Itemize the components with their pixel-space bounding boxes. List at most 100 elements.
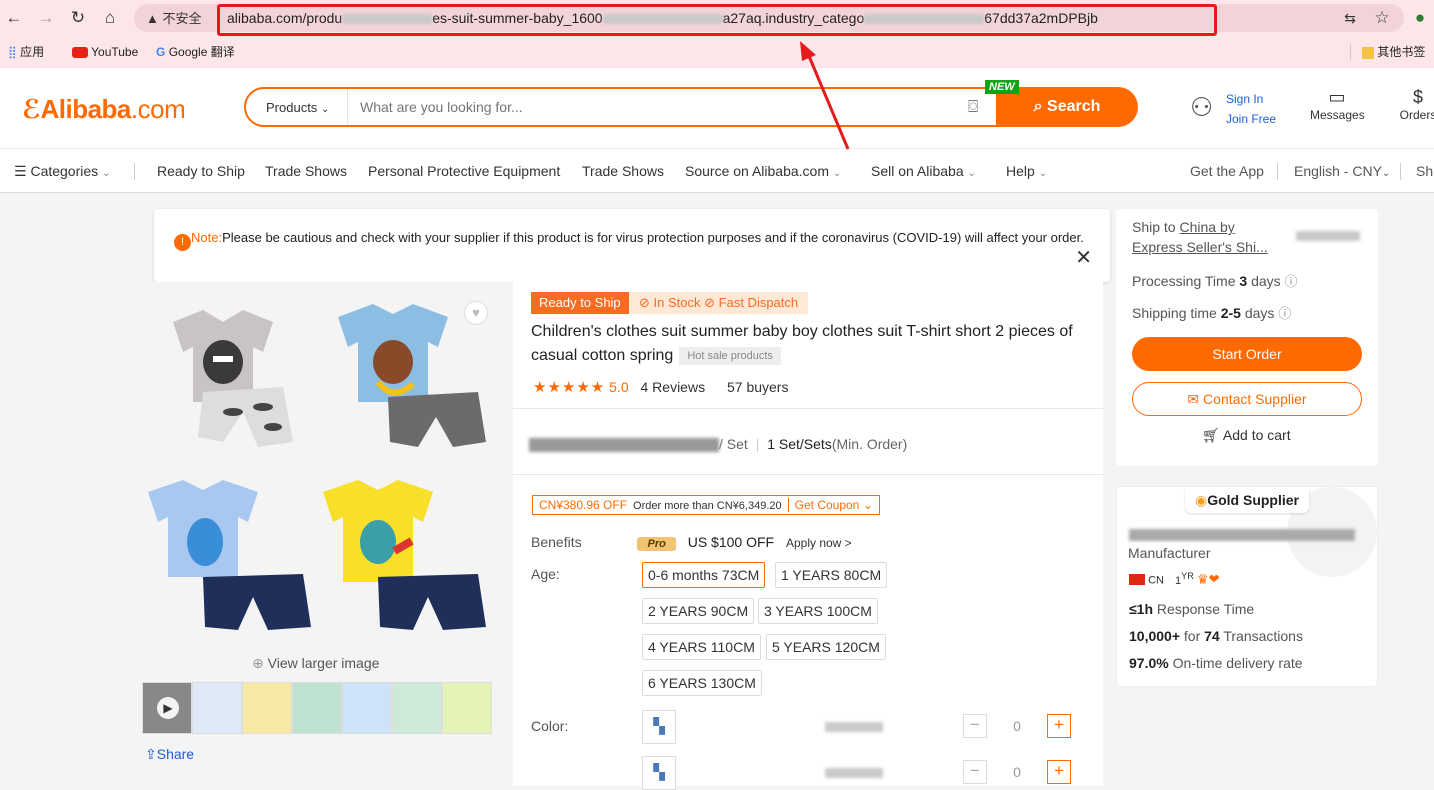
quantity-value[interactable]: 0	[987, 714, 1047, 738]
zoom-icon: ⊕	[252, 655, 264, 671]
quantity-value[interactable]: 0	[987, 760, 1047, 784]
translate-icon[interactable]: ⇆	[1338, 6, 1362, 30]
china-flag-icon	[1129, 573, 1145, 585]
chevron-down-icon: ⌄	[862, 498, 873, 512]
bookmark-star-icon[interactable]: ☆	[1370, 6, 1394, 30]
search-category-select[interactable]: Products ⌄	[266, 100, 329, 115]
reload-icon[interactable]: ↻	[66, 6, 90, 30]
categories-menu[interactable]: ☰ Categories ⌄	[14, 163, 110, 180]
on-time-delivery: 97.0% On-time delivery rate	[1129, 655, 1303, 671]
bookmark-label: Google 翻译	[168, 45, 235, 59]
bookmark-apps[interactable]: ⣿ 应用	[8, 43, 44, 61]
sign-in-link[interactable]: Sign In	[1226, 92, 1263, 106]
increment-button[interactable]: +	[1047, 714, 1071, 738]
increment-button[interactable]: +	[1047, 760, 1071, 784]
bookmarks-bar: ⣿ 应用 YouTube G Google 翻译 其他书签	[0, 38, 1434, 68]
thumbnail[interactable]	[242, 682, 292, 734]
user-icon[interactable]: ⚇	[1190, 92, 1213, 123]
start-order-button[interactable]: Start Order	[1132, 337, 1362, 371]
favorite-heart-icon[interactable]: ♥	[464, 301, 488, 325]
product-image-2[interactable]	[318, 292, 488, 462]
alibaba-logo[interactable]: ℰAlibaba.com	[22, 94, 186, 125]
decrement-button[interactable]: −	[963, 760, 987, 784]
nav-ready-to-ship[interactable]: Ready to Ship	[157, 163, 245, 179]
thumbnail[interactable]	[192, 682, 242, 734]
age-option-3y[interactable]: 3 YEARS 100CM	[758, 598, 878, 624]
apps-grid-icon: ⣿	[8, 45, 17, 59]
pro-label: Pro	[647, 538, 666, 550]
home-icon[interactable]: ⌂	[98, 6, 122, 30]
insecure-indicator[interactable]: ▲ 不安全	[146, 8, 202, 27]
thumbnail[interactable]	[342, 682, 392, 734]
product-detail: Ready to Ship ⊘ In Stock ⊘ Fast Dispatch…	[513, 282, 1103, 790]
orders-button[interactable]: $ Orders	[1398, 86, 1434, 122]
forward-icon[interactable]: →	[34, 6, 58, 30]
redacted-company-name[interactable]	[1129, 529, 1355, 541]
nav-personal-protective-equipment[interactable]: Personal Protective Equipment	[368, 163, 560, 179]
ship-method-link[interactable]: Express Seller's Shi...	[1132, 239, 1268, 255]
thumbnail[interactable]	[442, 682, 492, 734]
color-swatch-2[interactable]: ▚	[642, 756, 676, 790]
shipping-unit: days	[1244, 305, 1275, 321]
info-icon[interactable]: ⓘ	[1278, 306, 1291, 321]
thumbnail[interactable]	[392, 682, 442, 734]
apply-now-link[interactable]: Apply now >	[786, 536, 852, 550]
decrement-button[interactable]: −	[963, 714, 987, 738]
video-thumbnail[interactable]: ▶	[142, 682, 192, 734]
supplier-type: Manufacturer	[1128, 545, 1211, 561]
bookmark-youtube[interactable]: YouTube	[72, 43, 138, 61]
bookmark-google-translate[interactable]: G Google 翻译	[156, 43, 235, 61]
contact-supplier-button[interactable]: ✉ Contact Supplier	[1132, 382, 1362, 416]
back-icon[interactable]: ←	[2, 6, 26, 30]
age-label: Age:	[531, 566, 560, 582]
chevron-down-icon: ⌄	[1381, 168, 1391, 179]
nav-source-on-alibaba[interactable]: Source on Alibaba.com ⌄	[685, 163, 841, 179]
product-image-4[interactable]	[318, 472, 488, 642]
price-separator: |	[755, 436, 760, 452]
processing-time: Processing Time 3 days ⓘ	[1132, 271, 1298, 290]
add-to-cart-button[interactable]: 🛒︎ Add to cart	[1202, 427, 1291, 444]
get-app-link[interactable]: Get the App	[1190, 163, 1264, 179]
nav-trade-shows-2[interactable]: Trade Shows	[582, 163, 664, 179]
coupon-banner[interactable]: CN¥380.96 OFF Order more than CN¥6,349.20…	[532, 495, 880, 515]
language-currency-select[interactable]: English - CNY⌄	[1294, 163, 1390, 179]
bookmark-other[interactable]: 其他书签	[1362, 43, 1425, 61]
supplier-years-unit: YR	[1181, 571, 1194, 581]
camera-icon[interactable]: ⌼	[968, 97, 978, 117]
language-label: English - CNY	[1294, 163, 1382, 179]
share-icon: ⇪	[145, 746, 157, 762]
share-link[interactable]: ⇪Share	[145, 746, 194, 763]
close-icon[interactable]: ✕	[1075, 245, 1092, 270]
age-option-5y[interactable]: 5 YEARS 120CM	[766, 634, 886, 660]
get-coupon-button[interactable]: Get Coupon ⌄	[787, 498, 879, 512]
join-free-link[interactable]: Join Free	[1226, 112, 1276, 126]
shipping-label: Shipping time	[1132, 305, 1217, 321]
nav-sell-on-alibaba[interactable]: Sell on Alibaba ⌄	[871, 163, 976, 179]
info-icon[interactable]: ⓘ	[1285, 274, 1298, 289]
ship-country-link[interactable]: China by	[1179, 219, 1234, 235]
redacted-shipping-cost	[1296, 231, 1360, 241]
ship-to-truncated[interactable]: Sh	[1416, 163, 1433, 179]
age-option-1y[interactable]: 1 YEARS 80CM	[775, 562, 888, 588]
search-input[interactable]	[360, 97, 950, 117]
messages-button[interactable]: ▭ Messages	[1310, 86, 1365, 122]
age-option-0-6m[interactable]: 0-6 months 73CM	[642, 562, 766, 588]
color-swatch-1[interactable]: ▚	[642, 710, 676, 744]
reviews-link[interactable]: 4 Reviews	[641, 379, 706, 395]
check-circle-icon: ⊘	[639, 295, 650, 310]
age-option-2y[interactable]: 2 YEARS 90CM	[642, 598, 755, 624]
age-option-4y[interactable]: 4 YEARS 110CM	[642, 634, 761, 660]
product-image-1[interactable]	[143, 292, 313, 462]
nav-help[interactable]: Help ⌄	[1006, 163, 1047, 179]
thumbnail[interactable]	[292, 682, 342, 734]
redacted-color-price	[825, 722, 883, 732]
processing-label: Processing Time	[1132, 273, 1236, 289]
view-larger-image-link[interactable]: ⊕ View larger image	[252, 655, 379, 672]
url-text[interactable]: alibaba.com/produ es-suit-summer-baby_160…	[227, 10, 1207, 26]
age-option-6y[interactable]: 6 YEARS 130CM	[642, 670, 762, 696]
extension-icon[interactable]: ●	[1408, 6, 1432, 30]
play-icon: ▶	[157, 697, 179, 719]
product-image-3[interactable]	[143, 472, 313, 642]
nav-trade-shows[interactable]: Trade Shows	[265, 163, 347, 179]
google-translate-icon: G	[156, 45, 166, 59]
